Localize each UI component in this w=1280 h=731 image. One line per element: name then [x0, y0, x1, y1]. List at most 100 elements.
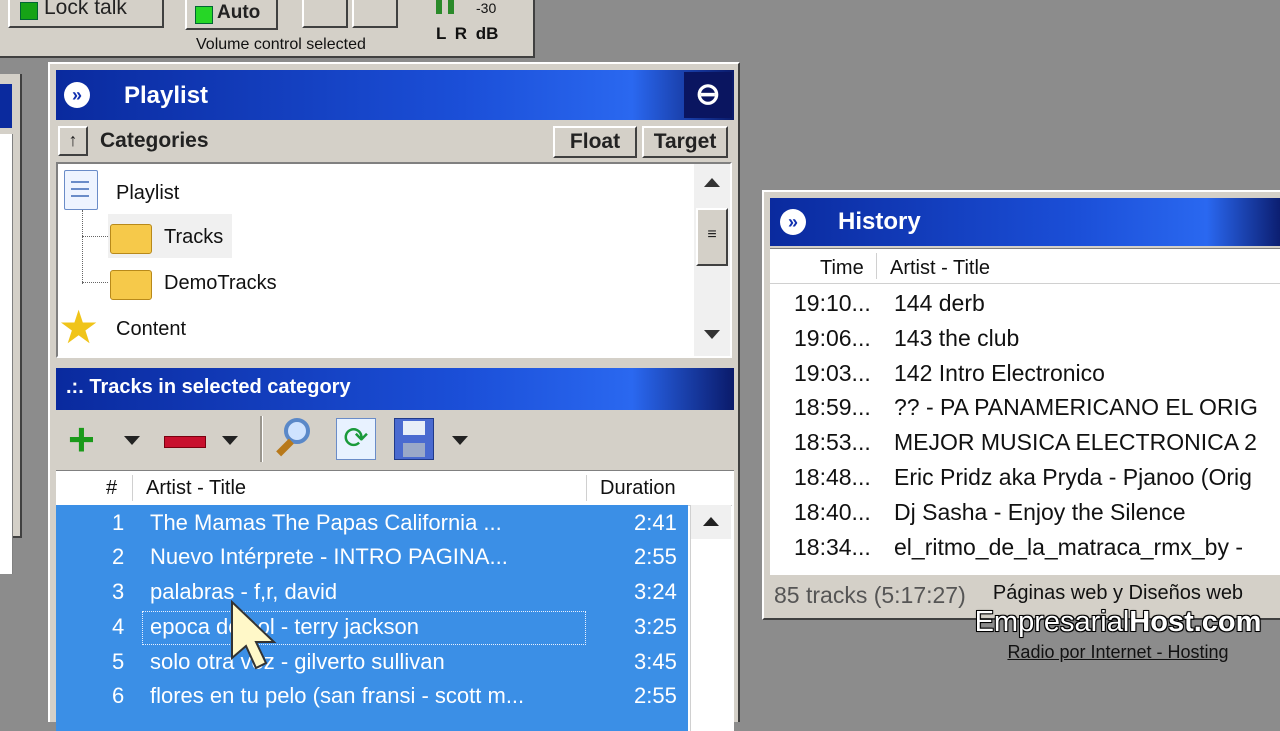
lock-talk-button[interactable]: Lock talk — [8, 0, 164, 28]
table-row[interactable]: 6 flores en tu pelo (san fransi - scott … — [56, 680, 688, 714]
chevron-down-icon[interactable] — [222, 436, 238, 445]
scroll-track[interactable] — [691, 539, 731, 731]
volume-status-text: Volume control selected — [196, 36, 366, 53]
history-time: 18:59... — [794, 394, 871, 420]
track-title: The Mamas The Papas California ... — [150, 510, 502, 535]
track-duration: 2:55 — [634, 544, 677, 569]
target-button[interactable]: Target — [642, 126, 728, 158]
tree-item-label: Playlist — [116, 182, 180, 204]
watermark-brand-b: Host.com — [1129, 606, 1262, 638]
history-titlebar: » History — [770, 198, 1280, 246]
history-title: History — [838, 208, 921, 235]
column-divider — [876, 253, 877, 279]
undock-icon[interactable]: ⊖ — [684, 72, 732, 118]
history-time: 19:10... — [794, 290, 871, 316]
scroll-up-arrow-icon[interactable] — [704, 178, 720, 187]
track-duration: 2:41 — [634, 510, 677, 535]
history-row[interactable]: 18:59... ?? - PA PANAMERICANO EL ORIG — [770, 391, 1280, 425]
meter-bar-right — [448, 0, 454, 14]
watermark-line1: Páginas web y Diseños web — [992, 582, 1244, 604]
table-row[interactable]: 2 Nuevo Intérprete - INTRO PAGINA... 2:5… — [56, 541, 688, 575]
tree-connector — [82, 236, 108, 238]
column-header-duration[interactable]: Duration — [600, 477, 676, 500]
track-number: 4 — [112, 614, 125, 639]
column-header-artist-title[interactable]: Artist - Title — [890, 257, 990, 280]
track-list-header: # Artist - Title Duration — [56, 471, 732, 506]
meter-labels: L R dB — [436, 24, 499, 43]
tree-scrollbar[interactable]: ≡ — [694, 164, 730, 356]
watermark-brand: EmpresarialHost.com — [960, 606, 1276, 639]
search-icon[interactable] — [272, 416, 318, 462]
track-title: Nuevo Intérprete - INTRO PAGINA... — [150, 544, 508, 569]
scroll-down-arrow-icon[interactable] — [704, 330, 720, 339]
table-row-focused[interactable]: 4 epoca de sol - terry jackson 3:25 — [56, 611, 688, 645]
tree-item-label: Content — [116, 318, 187, 340]
top-control-panel: Lock talk Auto Volume control selected -… — [0, 0, 535, 58]
history-row[interactable]: 18:34... el_ritmo_de_la_matraca_rmx_by - — [770, 531, 1280, 565]
table-row[interactable]: 5 solo otra vez - gilverto sullivan 3:45 — [56, 646, 688, 680]
scroll-thumb[interactable]: ≡ — [696, 208, 728, 266]
folder-icon — [110, 270, 152, 300]
history-row[interactable]: 19:06... 143 the club — [770, 322, 1280, 356]
history-list: Time Artist - Title 19:10... 144 derb 19… — [770, 248, 1280, 575]
meter-bar-left — [436, 0, 442, 14]
track-list: # Artist - Title Duration 1 The Mamas Th… — [56, 470, 734, 731]
track-number: 5 — [112, 649, 125, 674]
category-up-button[interactable]: ↑ — [58, 126, 88, 156]
history-title: Dj Sasha - Enjoy the Silence — [894, 499, 1186, 525]
track-title: flores en tu pelo (san fransi - scott m.… — [150, 683, 525, 708]
history-row[interactable]: 18:53... MEJOR MUSICA ELECTRONICA 2 — [770, 426, 1280, 460]
disabled-button-2[interactable] — [352, 0, 398, 28]
track-list-scrollbar[interactable] — [690, 505, 731, 731]
history-title: Eric Pridz aka Pryda - Pjanoo (Orig — [894, 464, 1252, 490]
history-time: 18:40... — [794, 499, 871, 525]
chevron-down-icon[interactable] — [124, 436, 140, 445]
track-duration: 2:55 — [634, 683, 677, 708]
history-row[interactable]: 19:10... 144 derb — [770, 287, 1280, 321]
document-icon — [64, 170, 98, 210]
history-time: 18:53... — [794, 429, 871, 455]
track-title: solo otra vez - gilverto sullivan — [150, 649, 445, 674]
left-window-titlebar — [0, 84, 12, 128]
folder-icon — [110, 224, 152, 254]
chevron-down-icon[interactable] — [452, 436, 468, 445]
save-icon[interactable] — [394, 418, 434, 460]
history-title: 143 the club — [894, 325, 1020, 351]
history-row[interactable]: 18:48... Eric Pridz aka Pryda - Pjanoo (… — [770, 461, 1280, 495]
tree-item-label: DemoTracks — [164, 272, 277, 294]
add-icon[interactable]: + — [68, 414, 95, 464]
tree-item-tracks[interactable]: Tracks — [108, 214, 232, 258]
scroll-up-arrow-icon[interactable] — [703, 517, 719, 526]
disabled-button-1[interactable] — [302, 0, 348, 28]
table-row[interactable]: 3 palabras - f,r, david 3:24 — [56, 576, 688, 610]
history-row[interactable]: 19:03... 142 Intro Electronico — [770, 357, 1280, 391]
track-rows: 1 The Mamas The Papas California ... 2:4… — [56, 505, 688, 731]
history-time: 19:03... — [794, 360, 871, 386]
history-title: MEJOR MUSICA ELECTRONICA 2 — [894, 429, 1257, 455]
history-title: 144 derb — [894, 290, 985, 316]
left-partial-window — [0, 74, 22, 574]
playlist-title: Playlist — [124, 82, 209, 109]
remove-icon[interactable] — [164, 436, 206, 448]
category-tree: Playlist Tracks DemoTracks ★ Content ≡ — [56, 162, 732, 358]
float-button[interactable]: Float — [553, 126, 637, 158]
auto-button[interactable]: Auto — [185, 0, 278, 30]
track-number: 3 — [112, 579, 125, 604]
tracks-toolbar: + ⟳ — [56, 412, 734, 468]
column-header-number[interactable]: # — [106, 477, 117, 500]
toolbar-separator — [260, 416, 263, 462]
track-number: 6 — [112, 683, 125, 708]
expand-icon[interactable]: » — [64, 82, 90, 108]
history-row[interactable]: 18:40... Dj Sasha - Enjoy the Silence — [770, 496, 1280, 530]
column-header-time[interactable]: Time — [820, 257, 864, 280]
column-divider — [586, 475, 587, 501]
tracks-title: .:. Tracks in selected category — [66, 376, 351, 398]
track-duration: 3:45 — [634, 649, 677, 674]
history-status-text: 85 tracks (5:17:27) — [774, 582, 966, 608]
history-time: 18:48... — [794, 464, 871, 490]
expand-icon[interactable]: » — [780, 209, 806, 235]
table-row[interactable]: 1 The Mamas The Papas California ... 2:4… — [56, 507, 688, 541]
watermark-line3: Radio por Internet - Hosting — [1007, 642, 1229, 662]
refresh-icon[interactable]: ⟳ — [336, 418, 376, 460]
column-header-artist-title[interactable]: Artist - Title — [146, 477, 246, 500]
